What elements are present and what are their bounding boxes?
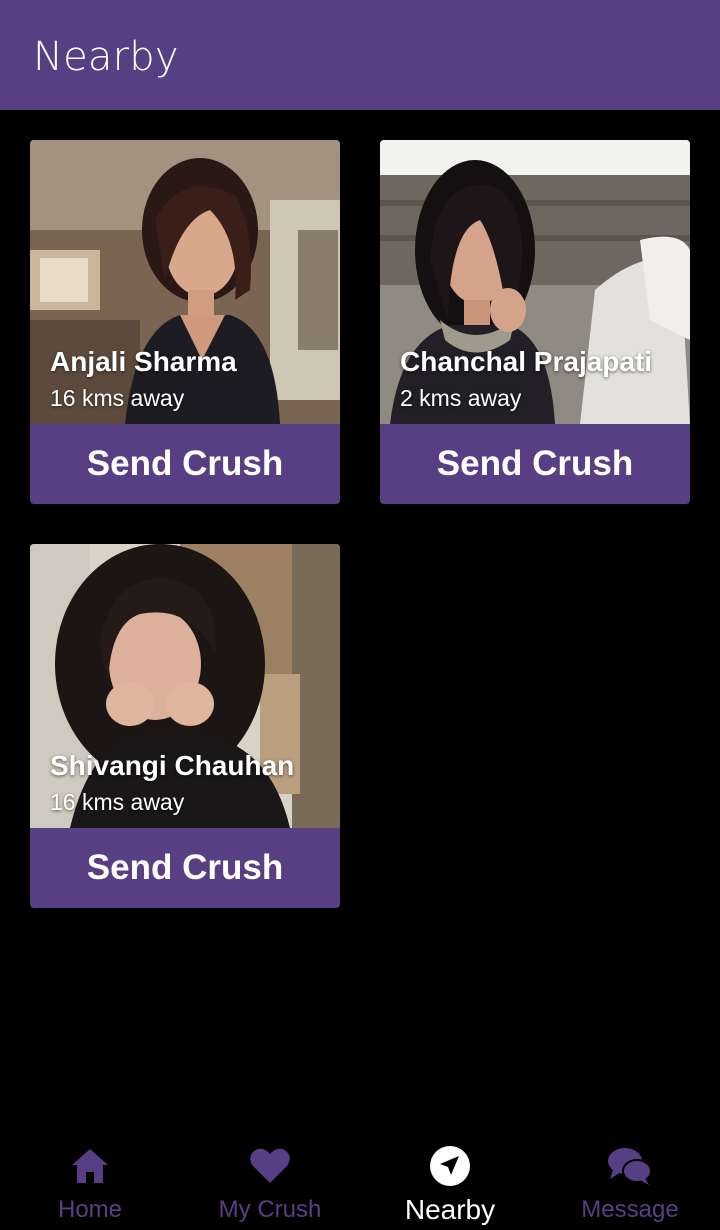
nav-item-message[interactable]: Message xyxy=(540,1130,720,1230)
nav-item-home[interactable]: Home xyxy=(0,1130,180,1230)
navigation-arrow-icon xyxy=(429,1144,471,1188)
send-crush-button[interactable]: Send Crush xyxy=(380,424,690,504)
nav-label-nearby: Nearby xyxy=(404,1194,496,1225)
send-crush-button[interactable]: Send Crush xyxy=(30,828,340,908)
profile-name: Shivangi Chauhan xyxy=(50,750,295,781)
home-icon xyxy=(70,1144,110,1188)
app-bar: Nearby xyxy=(0,0,720,110)
app-screen: Nearby Anjali Sharma 16 kms away Send Cr… xyxy=(0,0,720,1230)
nav-label-my-crush: My Crush xyxy=(218,1196,322,1223)
chat-bubbles-icon xyxy=(607,1144,653,1188)
profile-photo[interactable] xyxy=(30,140,340,424)
bottom-navigation: Home My Crush Nearby Message xyxy=(0,1130,720,1230)
profile-name: Anjali Sharma xyxy=(50,346,237,377)
profile-card[interactable]: Anjali Sharma 16 kms away Send Crush xyxy=(30,140,340,504)
profile-card[interactable]: Chanchal Prajapati 2 kms away Send Crush xyxy=(380,140,690,504)
nav-label-message: Message xyxy=(581,1196,679,1223)
page-title: Nearby xyxy=(33,34,179,80)
nav-item-nearby[interactable]: Nearby xyxy=(360,1130,540,1230)
profile-photo[interactable] xyxy=(380,140,690,424)
profile-distance: 16 kms away xyxy=(50,385,185,411)
profile-distance: 16 kms away xyxy=(50,789,185,815)
nav-item-my-crush[interactable]: My Crush xyxy=(180,1130,360,1230)
nav-label-home: Home xyxy=(57,1196,123,1223)
profile-distance: 2 kms away xyxy=(400,385,522,411)
profile-photo[interactable] xyxy=(30,544,340,828)
profile-card[interactable]: Shivangi Chauhan 16 kms away Send Crush xyxy=(30,544,340,908)
profile-name: Chanchal Prajapati xyxy=(400,346,653,377)
heart-icon xyxy=(249,1144,291,1188)
send-crush-button[interactable]: Send Crush xyxy=(30,424,340,504)
